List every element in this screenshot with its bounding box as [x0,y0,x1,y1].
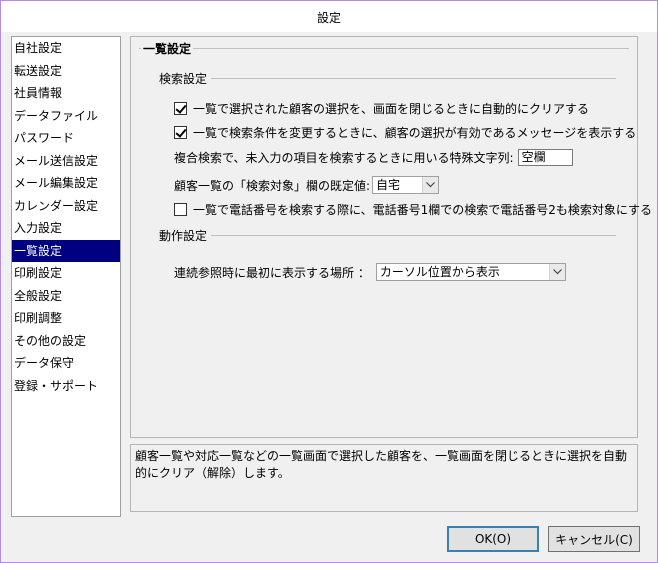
first-display-select[interactable]: カーソル位置から表示 [375,263,566,281]
special-char-input[interactable]: 空欄 [517,149,573,166]
sidebar-item[interactable]: カレンダー設定 [12,195,120,218]
phone-search-option[interactable]: 一覧で電話番号を検索する際に、電話番号1欄での検索で電話番号2も検索対象にする [174,201,652,218]
sidebar-item[interactable]: 登録・サポート [12,375,120,398]
first-display-label: 連続参照時に最初に表示する場所 ： [174,265,370,280]
show-message-checkbox[interactable] [174,126,187,139]
sidebar-item[interactable]: 社員情報 [12,82,120,105]
action-section-title: 動作設定 [157,227,210,244]
sidebar-item[interactable]: 印刷調整 [12,307,120,330]
default-target-select[interactable]: 自宅 [372,176,440,194]
sidebar-item[interactable]: メール送信設定 [12,150,120,173]
phone-search-checkbox[interactable] [174,203,187,216]
special-char-label: 複合検索で、未入力の項目を検索するときに用いる特殊文字列: [174,151,514,165]
sidebar-item[interactable]: メール編集設定 [12,172,120,195]
sidebar-item[interactable]: 自社設定 [12,37,120,60]
show-message-label: 一覧で検索条件を変更するときに、顧客の選択が有効であるメッセージを表示する [193,126,637,140]
sidebar-item[interactable]: 一覧設定 [12,239,120,262]
chevron-down-icon [548,264,565,280]
settings-window: 設定 自社設定 転送設定 社員情報 データファイル パスワード メール送信設定 メール編集設… [0,0,658,563]
first-display-row: 連続参照時に最初に表示する場所 ： カーソル位置から表示 [174,263,566,281]
chevron-down-icon [422,177,439,193]
sidebar-item[interactable]: 印刷設定 [12,262,120,285]
sidebar-item[interactable]: パスワード [12,127,120,150]
panel-title: 一覧設定 [141,40,194,57]
special-char-row: 複合検索で、未入力の項目を検索するときに用いる特殊文字列: 空欄 [174,149,573,166]
first-display-value: カーソル位置から表示 [379,265,500,279]
cancel-button[interactable]: キャンセル(C) [548,526,640,552]
sidebar-item[interactable]: 全般設定 [12,285,120,308]
default-target-label: 顧客一覧の「検索対象」欄の既定値: [174,178,371,193]
description-box: 顧客一覧や対応一覧などの一覧画面で選択した顧客を、一覧画面を閉じるときに選択を自… [130,444,638,512]
sidebar-item[interactable]: データファイル [12,105,120,128]
main-group-line [139,48,629,49]
title-bar: 設定 [1,1,657,32]
search-section-title: 検索設定 [157,70,210,87]
dialog-client-area: 自社設定 転送設定 社員情報 データファイル パスワード メール送信設定 メール編集設定 カレ… [7,32,652,556]
default-target-value: 自宅 [376,178,401,192]
sidebar-item[interactable]: 転送設定 [12,60,120,83]
clear-on-close-checkbox[interactable] [174,102,187,115]
show-message-option[interactable]: 一覧で検索条件を変更するときに、顧客の選択が有効であるメッセージを表示する [174,124,636,141]
window-title: 設定 [316,11,341,25]
sidebar-item[interactable]: データ保守 [12,352,120,375]
list-settings-panel: 一覧設定 検索設定 一覧で選択された顧客の選択を、画面を閉じるときに自動的にクリ… [130,36,652,438]
sidebar-item[interactable]: その他の設定 [12,330,120,353]
clear-on-close-option[interactable]: 一覧で選択された顧客の選択を、画面を閉じるときに自動的にクリアする [174,100,589,117]
phone-search-label: 一覧で電話番号を検索する際に、電話番号1欄での検索で電話番号2も検索対象にする [193,203,653,217]
sidebar-item[interactable]: 入力設定 [12,217,120,240]
settings-category-list[interactable]: 自社設定 転送設定 社員情報 データファイル パスワード メール送信設定 メール編集設定 カレ… [11,36,121,517]
default-target-row: 顧客一覧の「検索対象」欄の既定値: 自宅 [174,176,440,194]
ok-button[interactable]: OK(O) [447,526,539,552]
search-section-line [211,78,616,79]
action-section-line [211,235,616,236]
clear-on-close-label: 一覧で選択された顧客の選択を、画面を閉じるときに自動的にクリアする [193,102,590,116]
